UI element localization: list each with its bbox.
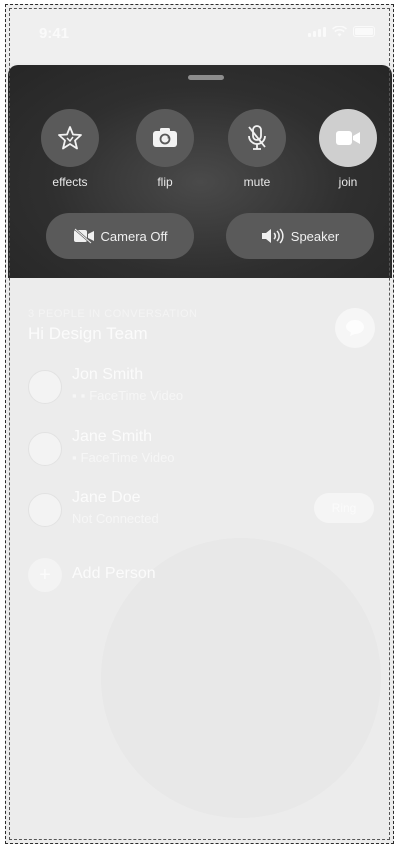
add-person-label: Add Person xyxy=(72,565,156,582)
status-time: 9:41 xyxy=(39,25,70,42)
person-status-text: Not Connected xyxy=(72,511,159,526)
speaker-label: Speaker xyxy=(290,228,340,244)
avatar xyxy=(28,432,62,466)
call-controls-sheet: effects flip mute join Camera Off Speake… xyxy=(8,65,392,278)
avatar xyxy=(28,493,62,527)
camera-flip-icon xyxy=(153,128,177,147)
effects-icon-circle[interactable] xyxy=(41,109,99,167)
battery-icon xyxy=(353,26,375,37)
person-status: ▪ ▪ FaceTime Video xyxy=(72,388,183,403)
list-item[interactable]: Jane Smith ▪ FaceTime Video xyxy=(28,428,378,472)
person-status: Not Connected xyxy=(72,511,159,526)
cellular-signal-icon xyxy=(308,26,326,37)
status-icons xyxy=(308,26,375,37)
join-icon-circle[interactable] xyxy=(319,109,377,167)
video-icon: ▪ xyxy=(80,388,86,403)
mic-icon: ▪ xyxy=(72,388,77,403)
person-status-text: FaceTime Video xyxy=(80,450,175,465)
person-status: ▪ FaceTime Video xyxy=(72,450,175,465)
person-status-text: FaceTime Video xyxy=(89,388,184,403)
video-icon: ▪ xyxy=(72,450,77,465)
join-button[interactable]: join xyxy=(313,109,383,189)
join-label: join xyxy=(338,175,358,189)
video-camera-icon xyxy=(336,131,360,145)
speaker-icon xyxy=(261,228,284,244)
message-button[interactable] xyxy=(335,308,375,348)
mic-off-icon xyxy=(248,125,266,150)
speaker-button[interactable]: Speaker xyxy=(226,213,374,259)
mute-icon-circle[interactable] xyxy=(228,109,286,167)
plus-icon[interactable]: + xyxy=(28,558,62,592)
conversation-panel: 3 PEOPLE IN CONVERSATION Hi Design Team … xyxy=(6,278,393,843)
status-bar: 9:41 xyxy=(6,5,393,63)
camera-off-icon xyxy=(73,228,94,244)
wifi-icon xyxy=(332,26,347,37)
sheet-grabber[interactable] xyxy=(188,75,224,80)
effects-label: effects xyxy=(52,175,88,189)
chat-bubble-icon xyxy=(346,320,364,336)
flip-icon-circle[interactable] xyxy=(136,109,194,167)
ring-button[interactable]: Ring xyxy=(314,493,374,523)
flip-button[interactable]: flip xyxy=(130,109,200,189)
effects-button[interactable]: effects xyxy=(35,109,105,189)
mute-button[interactable]: mute xyxy=(222,109,292,189)
person-name: Jon Smith xyxy=(72,366,144,383)
mute-label: mute xyxy=(243,175,271,189)
conversation-caption: 3 PEOPLE IN CONVERSATION xyxy=(28,308,198,320)
conversation-title: Hi Design Team xyxy=(28,324,148,343)
avatar xyxy=(28,370,62,404)
person-name: Jane Doe xyxy=(72,489,141,506)
camera-off-button[interactable]: Camera Off xyxy=(46,213,194,259)
add-person-row[interactable]: + Add Person xyxy=(28,558,328,592)
list-item[interactable]: Jane Doe Not Connected Ring xyxy=(28,489,378,533)
camera-off-label: Camera Off xyxy=(100,228,168,244)
person-name: Jane Smith xyxy=(72,428,153,445)
star-effects-icon xyxy=(58,126,82,150)
list-item[interactable]: Jon Smith ▪ ▪ FaceTime Video xyxy=(28,366,378,410)
phone-frame: 9:41 effects flip mute join Camera Off S… xyxy=(5,4,394,844)
flip-label: flip xyxy=(157,175,173,189)
